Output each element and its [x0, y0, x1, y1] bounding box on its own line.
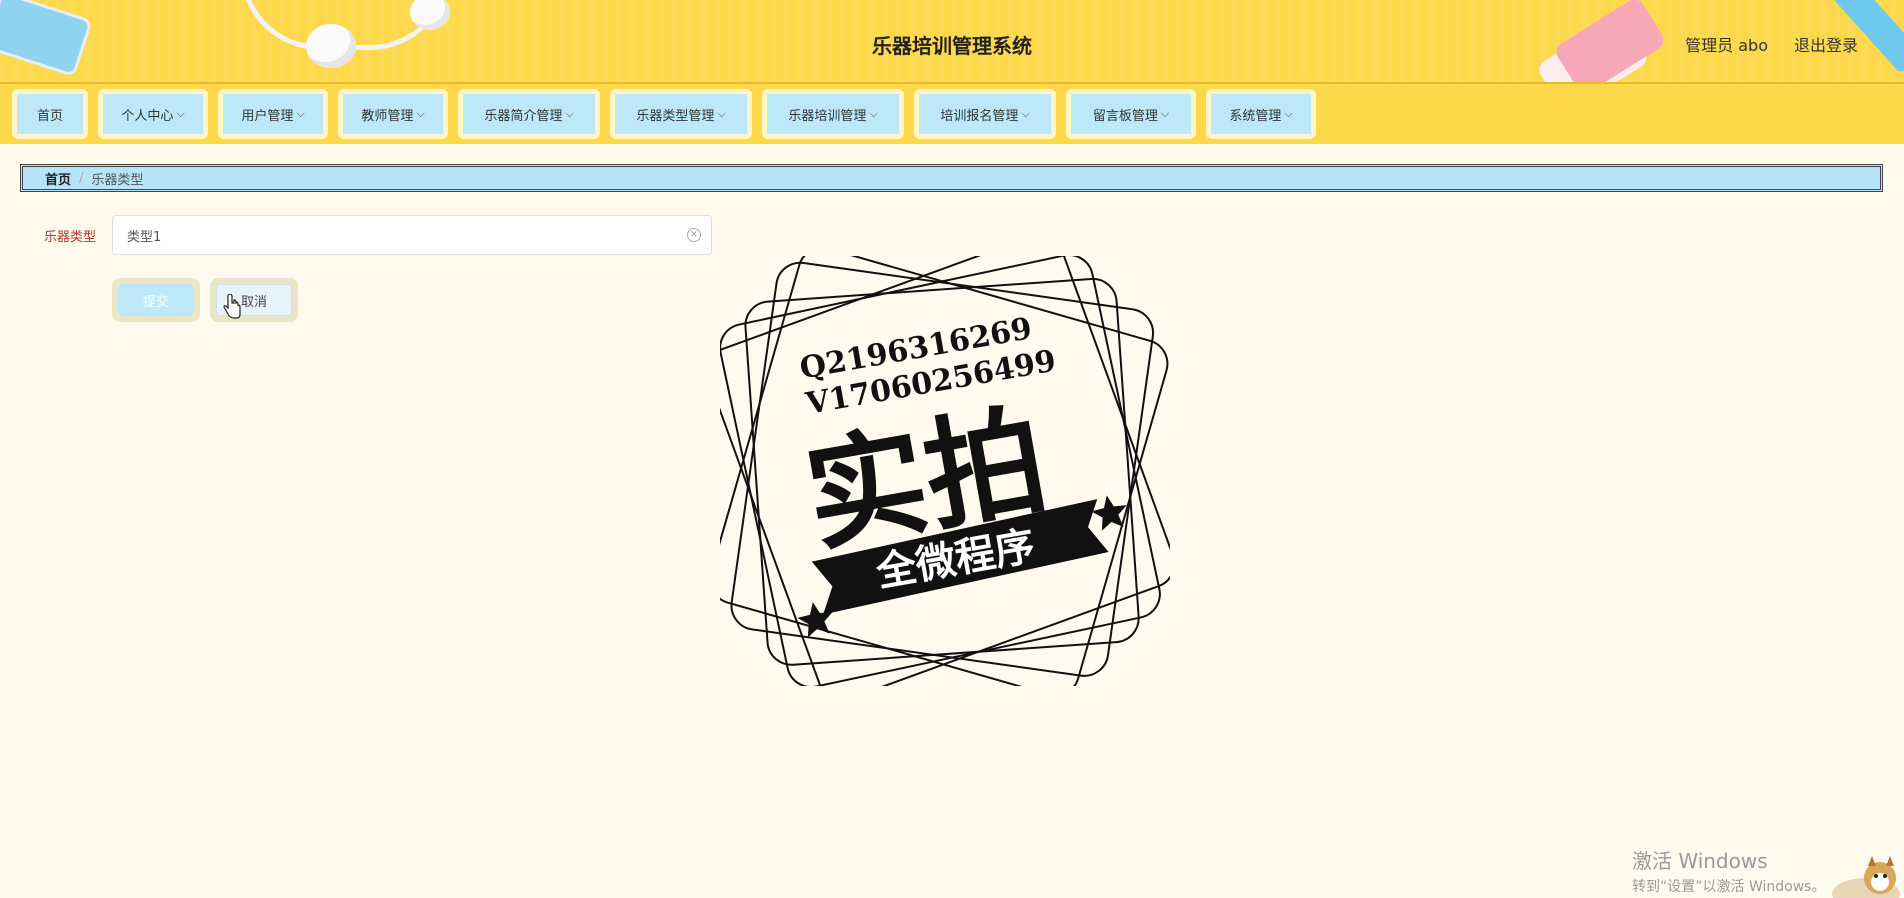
nav-item-instrument-type-management[interactable]: 乐器类型管理 ⌵: [610, 89, 752, 139]
nav-item-label: 个人中心: [121, 108, 174, 124]
instrument-type-value: 类型1: [127, 229, 162, 245]
nav-item-label: 用户管理: [241, 108, 294, 124]
nav-item-label: 教师管理: [361, 108, 414, 124]
nav-item-label: 乐器简介管理: [484, 108, 563, 124]
chevron-down-icon: ⌵: [1021, 107, 1030, 120]
instrument-type-input[interactable]: 类型1 ✕: [112, 215, 712, 255]
watermark-stamp: Q2196316269 V17060256499 实拍 全微程序: [720, 256, 1170, 686]
nav-item-user-management[interactable]: 用户管理 ⌵: [218, 89, 328, 139]
app-title: 乐器培训管理系统: [872, 34, 1032, 58]
hand-cursor-icon: [223, 294, 241, 319]
nav-item-teacher-management[interactable]: 教师管理 ⌵: [338, 89, 448, 139]
chevron-down-icon: ⌵: [717, 107, 726, 120]
chevron-down-icon: ⌵: [1160, 107, 1170, 120]
submit-button-wrapper: 提交: [112, 278, 200, 322]
nav-item-label: 首页: [36, 108, 63, 124]
nav-item-training-signup-management[interactable]: 培训报名管理 ⌵: [914, 89, 1056, 139]
chevron-down-icon: ⌵: [296, 107, 305, 120]
dog-mascot-icon: [1832, 856, 1900, 898]
nav-item-label: 培训报名管理: [940, 108, 1019, 124]
chevron-down-icon: ⌵: [176, 107, 185, 120]
clear-icon[interactable]: ✕: [687, 228, 701, 242]
nav-item-system-management[interactable]: 系统管理 ⌵: [1206, 89, 1316, 139]
breadcrumb: 首页 / 乐器类型: [20, 164, 1883, 192]
nav-item-label: 乐器培训管理: [788, 108, 867, 124]
nav-item-label: 乐器类型管理: [636, 108, 715, 124]
chevron-down-icon: ⌵: [1284, 107, 1293, 120]
earbud-decoration: [410, 0, 450, 30]
nav-item-label: 系统管理: [1229, 108, 1282, 124]
user-area: 管理员 abo 退出登录: [1685, 32, 1858, 56]
main-nav: 首页 个人中心 ⌵ 用户管理 ⌵ 教师管理 ⌵ 乐器简介管理 ⌵ 乐器类型管理 ⌵ 乐器培…: [0, 84, 1904, 144]
chevron-down-icon: ⌵: [869, 107, 878, 120]
chevron-down-icon: ⌵: [416, 107, 425, 120]
breadcrumb-separator: /: [79, 170, 84, 186]
windows-activation-subtitle: 转到“设置”以激活 Windows。: [1632, 879, 1826, 895]
submit-button[interactable]: 提交: [118, 284, 194, 316]
nav-item-personal-center[interactable]: 个人中心 ⌵: [98, 89, 208, 139]
nav-item-instrument-training-management[interactable]: 乐器培训管理 ⌵: [762, 89, 904, 139]
breadcrumb-home[interactable]: 首页: [45, 169, 71, 188]
app-header: 乐器培训管理系统 管理员 abo 退出登录: [0, 0, 1904, 84]
chevron-down-icon: ⌵: [565, 107, 574, 120]
nav-item-home[interactable]: 首页: [12, 89, 88, 139]
nav-item-message-board-management[interactable]: 留言板管理 ⌵: [1066, 89, 1196, 139]
star-icon: [1091, 495, 1127, 531]
instrument-type-label: 乐器类型: [44, 230, 97, 245]
logout-link[interactable]: 退出登录: [1794, 32, 1858, 56]
windows-activation-title: 激活 Windows: [1632, 849, 1768, 873]
windows-activation-notice: 激活 Windows 转到“设置”以激活 Windows。: [1632, 845, 1825, 896]
current-user-label: 管理员 abo: [1685, 36, 1768, 55]
breadcrumb-current: 乐器类型: [91, 172, 144, 188]
nav-item-instrument-intro-management[interactable]: 乐器简介管理 ⌵: [458, 89, 600, 139]
nav-item-label: 留言板管理: [1092, 108, 1158, 124]
